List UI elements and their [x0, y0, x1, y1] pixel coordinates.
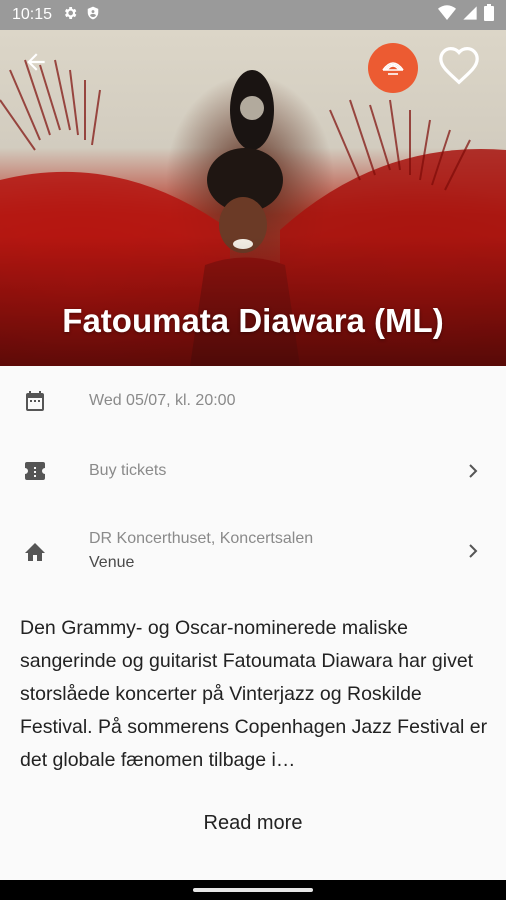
ticket-icon [22, 458, 48, 484]
chevron-right-icon [466, 541, 480, 561]
event-date: Wed 05/07, kl. 20:00 [89, 392, 236, 409]
festival-logo-icon [379, 52, 407, 85]
status-bar: 10:15 [0, 0, 506, 30]
event-title: Fatoumata Diawara (ML) [62, 302, 444, 339]
shield-icon [86, 5, 100, 26]
gear-icon [62, 5, 78, 26]
event-details: Wed 05/07, kl. 20:00 Buy tickets DR Konc… [0, 366, 506, 596]
date-row: Wed 05/07, kl. 20:00 [0, 366, 506, 436]
festival-logo-button[interactable] [368, 43, 418, 93]
hero-shade [0, 236, 506, 366]
battery-icon [484, 4, 494, 26]
home-gesture-handle[interactable] [193, 888, 313, 892]
venue-row[interactable]: DR Koncerthuset, Koncertsalen Venue [0, 506, 506, 596]
calendar-icon [22, 388, 48, 414]
hero-image: Fatoumata Diawara (ML) [0, 30, 506, 366]
tickets-row[interactable]: Buy tickets [0, 436, 506, 506]
status-time: 10:15 [12, 6, 53, 23]
buy-tickets-label: Buy tickets [89, 462, 167, 479]
event-description: Den Grammy- og Oscar-nominerede maliske … [20, 617, 488, 771]
favorite-button[interactable] [434, 42, 484, 92]
read-more-button[interactable]: Read more [0, 812, 506, 835]
wifi-icon [438, 5, 456, 25]
home-icon [22, 538, 48, 564]
back-button[interactable] [20, 48, 52, 80]
heart-outline-icon [437, 45, 481, 90]
signal-icon [462, 5, 478, 26]
system-nav-bar [0, 880, 506, 900]
arrow-back-icon [23, 49, 49, 80]
venue-label: Venue [89, 554, 135, 571]
chevron-right-icon [466, 461, 480, 481]
venue-name: DR Koncerthuset, Koncertsalen [89, 530, 314, 547]
